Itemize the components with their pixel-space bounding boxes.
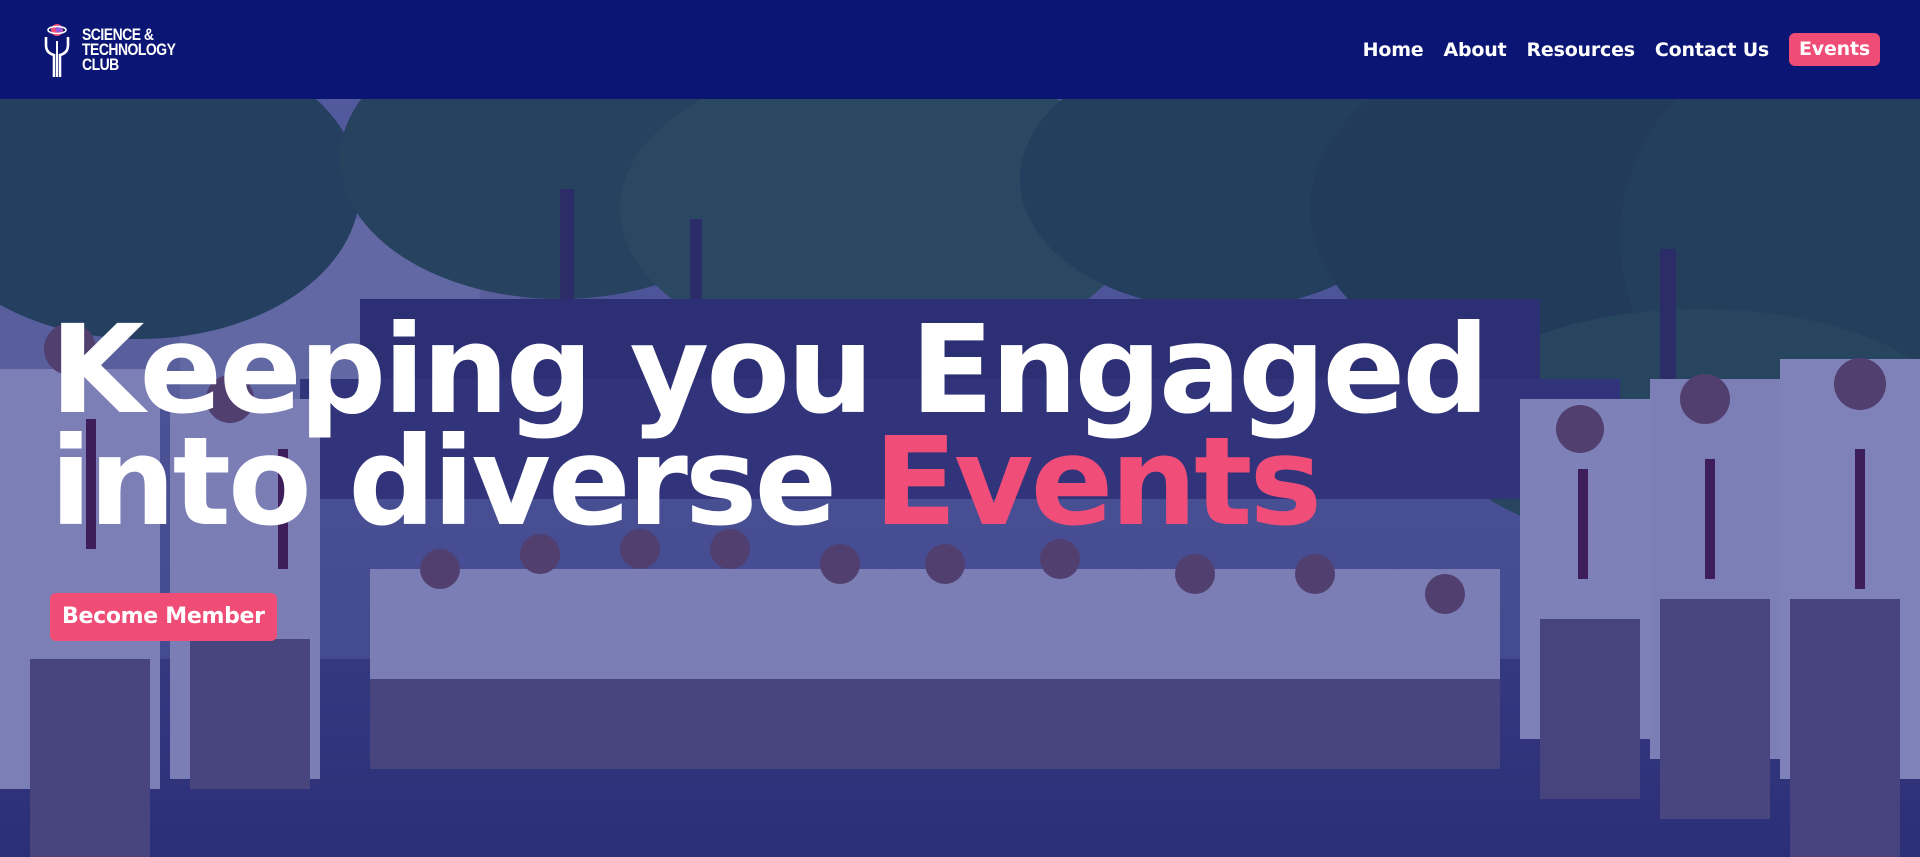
atom-logo-icon [44,23,70,77]
top-navbar: SCIENCE & TECHNOLOGY CLUB Home About Res… [0,0,1920,99]
nav-home-link[interactable]: Home [1363,39,1424,61]
brand-logo[interactable]: SCIENCE & TECHNOLOGY CLUB [40,21,196,79]
nav-resources-link[interactable]: Resources [1526,39,1635,61]
nav-events-link[interactable]: Events [1789,33,1880,66]
headline-line-2-text: into diverse [50,411,874,553]
become-member-button[interactable]: Become Member [50,593,277,641]
hero-section: Keeping you Engaged into diverse Events … [0,99,1920,857]
headline-line-2: into diverse Events [50,421,1487,543]
nav-contact-link[interactable]: Contact Us [1655,39,1769,61]
headline-accent-word: Events [873,411,1322,553]
main-nav: Home About Resources Contact Us Events [1363,33,1880,66]
brand-name: SCIENCE & TECHNOLOGY CLUB [82,26,176,74]
hero-headline: Keeping you Engaged into diverse Events [50,299,1490,543]
brand-line-3: CLUB [82,55,119,74]
headline-line-1: Keeping you Engaged [50,299,1490,441]
nav-about-link[interactable]: About [1444,39,1507,61]
